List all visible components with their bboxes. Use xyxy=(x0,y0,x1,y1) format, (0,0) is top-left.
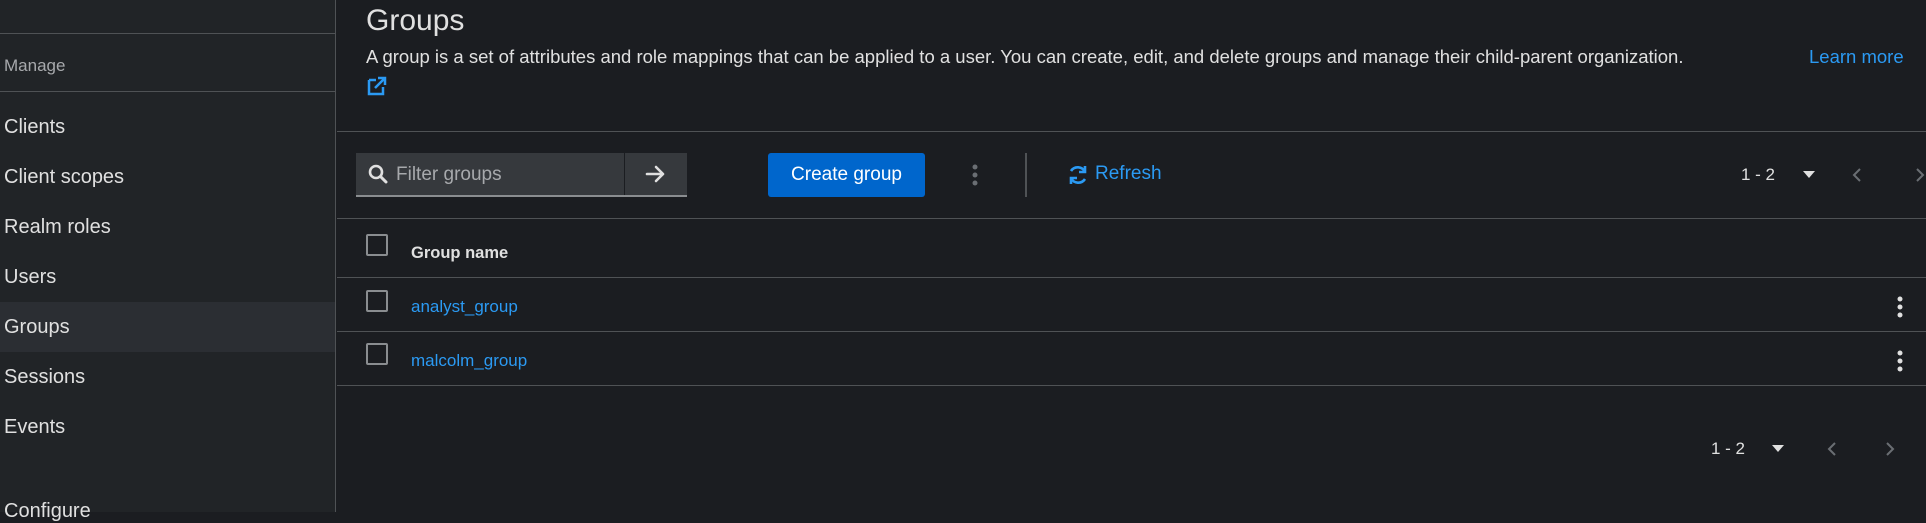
divider xyxy=(337,385,1926,386)
kebab-icon[interactable] xyxy=(1896,349,1904,373)
pagination-bottom-range[interactable]: 1 - 2 xyxy=(1711,439,1745,459)
search-input[interactable] xyxy=(394,153,638,197)
chevron-left-icon[interactable] xyxy=(1852,167,1862,183)
sidebar-item-clients[interactable]: Clients xyxy=(0,102,335,152)
sidebar-item-events[interactable]: Events xyxy=(0,402,335,452)
page-description: A group is a set of attributes and role … xyxy=(366,46,1684,67)
page-title: Groups xyxy=(366,4,465,37)
caret-down-icon[interactable] xyxy=(1803,171,1815,179)
row-checkbox[interactable] xyxy=(366,343,388,365)
pagination-top-range[interactable]: 1 - 2 xyxy=(1741,165,1775,185)
divider xyxy=(0,33,336,34)
divider xyxy=(0,91,336,92)
sidebar-section-manage: Manage xyxy=(4,56,66,75)
arrow-right-icon xyxy=(645,165,665,183)
divider xyxy=(337,218,1926,219)
create-group-button[interactable]: Create group xyxy=(768,153,925,197)
sidebar-item-groups[interactable]: Groups xyxy=(0,302,335,352)
chevron-left-icon[interactable] xyxy=(1827,441,1837,457)
main-content: Groups A group is a set of attributes an… xyxy=(337,0,1926,512)
divider xyxy=(337,131,1926,132)
sidebar: Manage Clients Client scopes Realm roles… xyxy=(0,0,336,522)
sidebar-item-users[interactable]: Users xyxy=(0,252,335,302)
divider xyxy=(337,331,1926,332)
column-header-group-name[interactable]: Group name xyxy=(411,244,508,263)
search-box xyxy=(356,153,687,197)
divider xyxy=(337,277,1926,278)
refresh-icon xyxy=(1069,166,1087,184)
select-all-checkbox[interactable] xyxy=(366,234,388,256)
group-link-analyst-group[interactable]: analyst_group xyxy=(411,297,518,317)
search-submit-button[interactable] xyxy=(625,153,687,195)
caret-down-icon[interactable] xyxy=(1772,445,1784,453)
group-link-malcolm-group[interactable]: malcolm_group xyxy=(411,351,527,371)
learn-more-link[interactable]: Learn more xyxy=(1809,46,1904,68)
search-icon xyxy=(368,164,388,184)
kebab-icon[interactable] xyxy=(1896,295,1904,319)
toolbar-divider xyxy=(1025,153,1027,197)
kebab-icon[interactable] xyxy=(971,163,979,187)
sidebar-item-sessions[interactable]: Sessions xyxy=(0,352,335,402)
sidebar-item-client-scopes[interactable]: Client scopes xyxy=(0,152,335,202)
refresh-label: Refresh xyxy=(1095,163,1162,184)
chevron-right-icon[interactable] xyxy=(1915,167,1925,183)
chevron-right-icon[interactable] xyxy=(1885,441,1895,457)
row-checkbox[interactable] xyxy=(366,290,388,312)
external-link-icon[interactable] xyxy=(366,75,388,97)
sidebar-item-realm-roles[interactable]: Realm roles xyxy=(0,202,335,252)
